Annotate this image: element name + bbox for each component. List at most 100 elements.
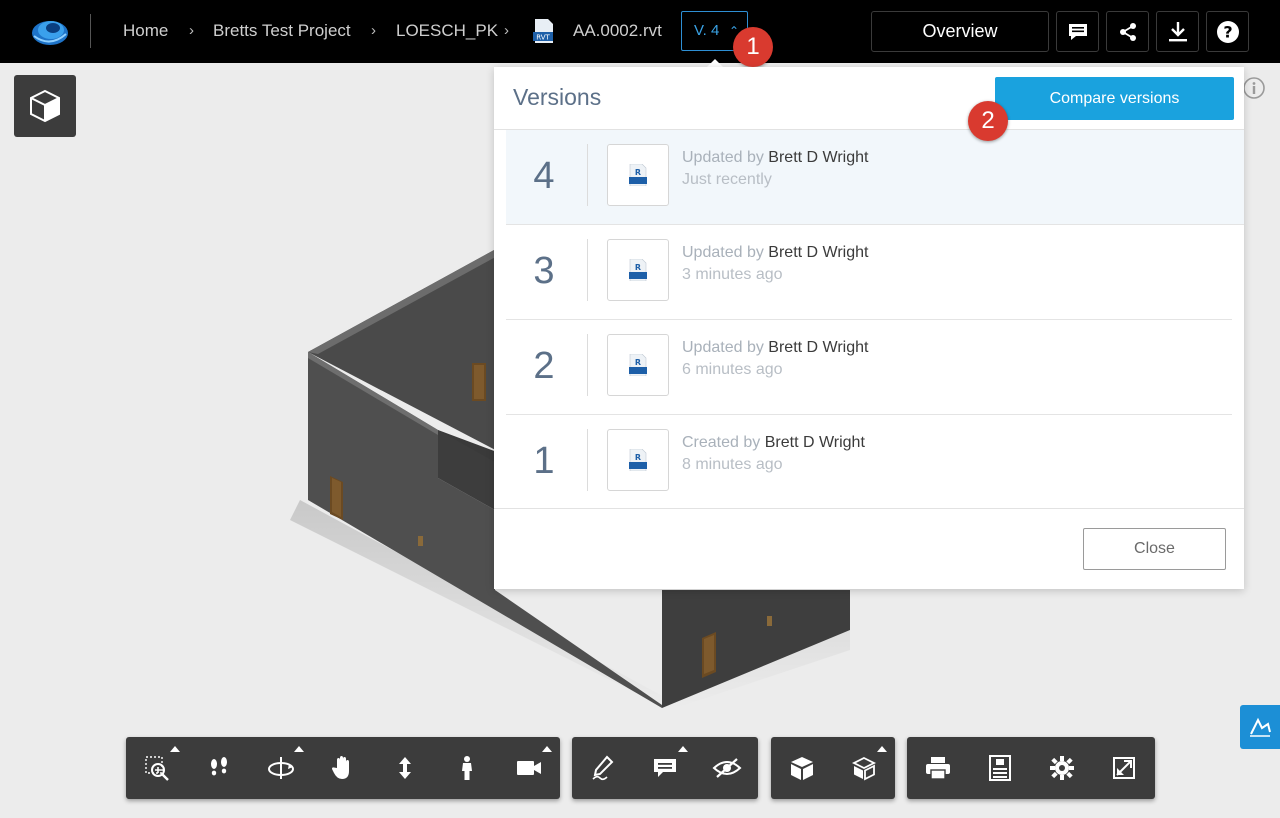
version-label: V. 4 — [694, 22, 720, 39]
version-thumbnail[interactable]: R — [607, 334, 669, 396]
settings-toolbar — [907, 737, 1155, 799]
comment-icon — [654, 759, 676, 777]
step-callout-2: 2 — [968, 101, 1008, 141]
breadcrumb-chevron-icon: › — [504, 22, 509, 39]
first-person-button[interactable] — [436, 737, 498, 799]
markup-pencil-icon — [592, 755, 614, 781]
version-action: Updated by — [682, 244, 764, 261]
overview-button[interactable]: Overview — [871, 11, 1049, 52]
share-button[interactable] — [1106, 11, 1149, 52]
breadcrumb-chevron-icon: › — [371, 22, 376, 39]
svg-text:R: R — [635, 263, 641, 272]
versions-panel: Versions Compare versions 4 R Updated by… — [494, 67, 1244, 589]
zoom-vertical-icon — [399, 757, 411, 779]
svg-text:?: ? — [1223, 22, 1232, 41]
app-logo-icon[interactable] — [30, 14, 70, 48]
comments-button[interactable] — [1056, 11, 1099, 52]
download-icon — [1168, 21, 1187, 41]
divider — [587, 429, 588, 491]
flyout-indicator-icon — [542, 746, 552, 752]
hide-icon — [712, 758, 742, 778]
version-time: 6 minutes ago — [682, 361, 783, 378]
explode-model-icon — [851, 756, 877, 781]
top-bar: Home › Bretts Test Project › LOESCH_PK ›… — [0, 0, 1280, 63]
version-author-line: Updated by Brett D Wright — [682, 243, 868, 263]
pan-button[interactable] — [312, 737, 374, 799]
version-row-2[interactable]: 2 R Updated by Brett D Wright 6 minutes … — [506, 320, 1232, 415]
properties-button[interactable] — [969, 737, 1031, 799]
version-time: 3 minutes ago — [682, 266, 783, 283]
comments-tool-button[interactable] — [634, 737, 696, 799]
print-icon — [926, 757, 950, 780]
close-button[interactable]: Close — [1083, 528, 1226, 570]
share-icon — [1119, 22, 1136, 41]
version-thumbnail[interactable]: R — [607, 239, 669, 301]
cube-icon — [30, 89, 60, 123]
signature-pen-icon — [1250, 717, 1271, 737]
zoom-window-button[interactable] — [126, 737, 188, 799]
camera-icon — [517, 761, 541, 775]
help-icon: ? — [1216, 20, 1239, 43]
version-row-1[interactable]: 1 R Created by Brett D Wright 8 minutes … — [506, 415, 1232, 510]
breadcrumb-project[interactable]: Bretts Test Project — [213, 20, 351, 42]
compare-versions-button[interactable]: Compare versions — [995, 77, 1234, 120]
breadcrumb-home[interactable]: Home — [123, 20, 168, 42]
version-row-3[interactable]: 3 R Updated by Brett D Wright 3 minutes … — [506, 225, 1232, 320]
file-name: AA.0002.rvt — [573, 21, 662, 40]
rvt-file-icon: R — [629, 354, 647, 376]
version-author-line: Created by Brett D Wright — [682, 433, 865, 453]
panel-title: Versions — [513, 84, 602, 110]
svg-text:R: R — [635, 358, 641, 367]
version-number: 1 — [533, 440, 555, 482]
breadcrumb-folder[interactable]: LOESCH_PK — [396, 20, 498, 42]
version-author-line: Updated by Brett D Wright — [682, 148, 868, 168]
divider — [587, 334, 588, 396]
model-browser-button[interactable] — [771, 737, 833, 799]
model-toolbar — [771, 737, 895, 799]
navigation-toolbar — [126, 737, 560, 799]
zoom-window-icon — [145, 756, 169, 781]
markup-button[interactable] — [572, 737, 634, 799]
fullscreen-button[interactable] — [1093, 737, 1155, 799]
version-author: Brett D Wright — [764, 434, 865, 451]
download-button[interactable] — [1156, 11, 1199, 52]
breadcrumb-chevron-icon: › — [189, 22, 194, 39]
review-toolbar — [572, 737, 758, 799]
logo-separator — [90, 14, 91, 48]
flyout-indicator-icon — [294, 746, 304, 752]
settings-icon — [1050, 756, 1074, 780]
version-action: Updated by — [682, 339, 764, 356]
hide-button[interactable] — [696, 737, 758, 799]
settings-button[interactable] — [1031, 737, 1093, 799]
camera-button[interactable] — [498, 737, 560, 799]
walk-button[interactable] — [188, 737, 250, 799]
rvt-file-icon: R — [629, 449, 647, 471]
version-action: Updated by — [682, 149, 764, 166]
flyout-indicator-icon — [170, 746, 180, 752]
first-person-icon — [462, 756, 472, 780]
divider — [587, 144, 588, 206]
print-button[interactable] — [907, 737, 969, 799]
info-icon[interactable] — [1243, 77, 1265, 99]
help-button[interactable]: ? — [1206, 11, 1249, 52]
view-cube-button[interactable] — [14, 75, 76, 137]
rvt-file-icon: RVT — [533, 19, 553, 43]
side-panel-tab[interactable] — [1240, 705, 1280, 749]
model-browser-icon — [791, 757, 813, 780]
explode-model-button[interactable] — [833, 737, 895, 799]
svg-text:R: R — [635, 453, 641, 462]
flyout-indicator-icon — [678, 746, 688, 752]
version-author: Brett D Wright — [768, 244, 869, 261]
version-action: Created by — [682, 434, 761, 451]
rvt-file-icon: R — [629, 164, 647, 186]
version-row-4[interactable]: 4 R Updated by Brett D Wright Just recen… — [506, 130, 1244, 225]
version-thumbnail[interactable]: R — [607, 429, 669, 491]
zoom-button[interactable] — [374, 737, 436, 799]
version-author: Brett D Wright — [768, 149, 869, 166]
divider — [587, 239, 588, 301]
fullscreen-icon — [1113, 757, 1135, 779]
version-thumbnail[interactable]: R — [607, 144, 669, 206]
version-time: 8 minutes ago — [682, 456, 783, 473]
orbit-button[interactable] — [250, 737, 312, 799]
flyout-indicator-icon — [877, 746, 887, 752]
